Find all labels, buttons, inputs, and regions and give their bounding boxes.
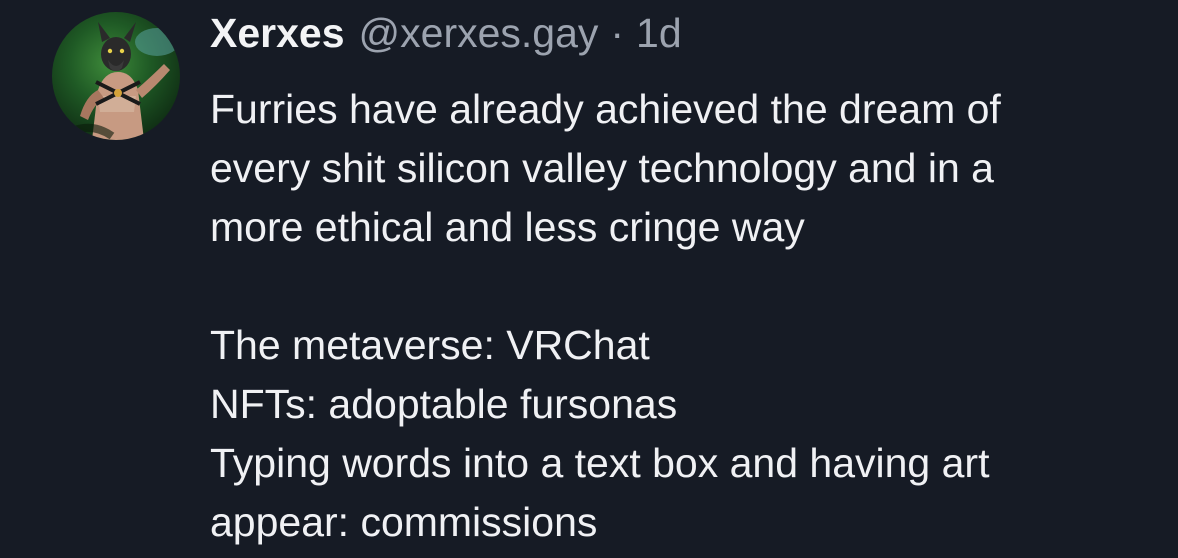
author-handle[interactable]: @xerxes.gay <box>359 6 599 60</box>
header-separator: · <box>610 10 625 56</box>
post-text-line: every shit silicon valley technology and… <box>210 145 994 191</box>
avatar-image <box>52 12 180 140</box>
author-avatar[interactable] <box>52 12 180 140</box>
post-content: Xerxes @xerxes.gay · 1d Furries have alr… <box>210 6 1160 552</box>
post-header: Xerxes @xerxes.gay · 1d <box>210 6 1160 60</box>
post-text-line: NFTs: adoptable fursonas <box>210 381 678 427</box>
post-text-line: more ethical and less cringe way <box>210 204 805 250</box>
author-display-name[interactable]: Xerxes <box>210 6 345 60</box>
post-text-line: The metaverse: VRChat <box>210 322 650 368</box>
post-card: Xerxes @xerxes.gay · 1d Furries have alr… <box>0 0 1178 558</box>
post-text-line: Furries have already achieved the dream … <box>210 86 1001 132</box>
post-body: Furries have already achieved the dream … <box>210 80 1160 552</box>
post-text-line <box>210 257 1160 316</box>
post-text-line: Typing words into a text box and having … <box>210 440 990 486</box>
post-text-line: appear: commissions <box>210 499 598 545</box>
post-timestamp[interactable]: 1d <box>636 6 682 60</box>
